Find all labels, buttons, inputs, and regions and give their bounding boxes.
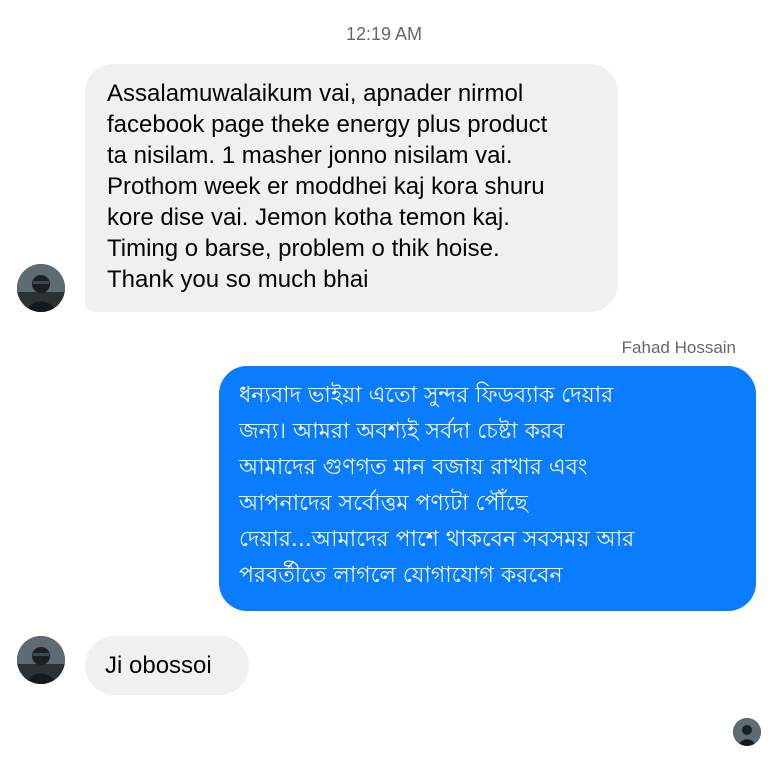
- user-avatar-icon: [17, 636, 65, 684]
- seen-avatar-icon: [733, 718, 761, 746]
- incoming-message[interactable]: Assalamuwalaikum vai, apnader nirmol fac…: [85, 64, 618, 312]
- user-avatar-icon: [17, 264, 65, 312]
- sender-name: Fahad Hossain: [621, 338, 736, 357]
- outgoing-message[interactable]: ধন্যবাদ ভাইয়া এতো সুন্দর ফিডব্যাক দেয়া…: [219, 366, 756, 611]
- incoming-message[interactable]: Ji obossoi: [85, 636, 249, 695]
- chat-thread: 12:19 AM Assalamuwalaikum vai, apnader n…: [0, 0, 768, 768]
- seen-indicator-icon: [733, 718, 761, 746]
- contact-avatar[interactable]: [17, 264, 65, 312]
- message-timestamp: 12:19 AM: [345, 24, 423, 44]
- contact-avatar[interactable]: [17, 636, 65, 684]
